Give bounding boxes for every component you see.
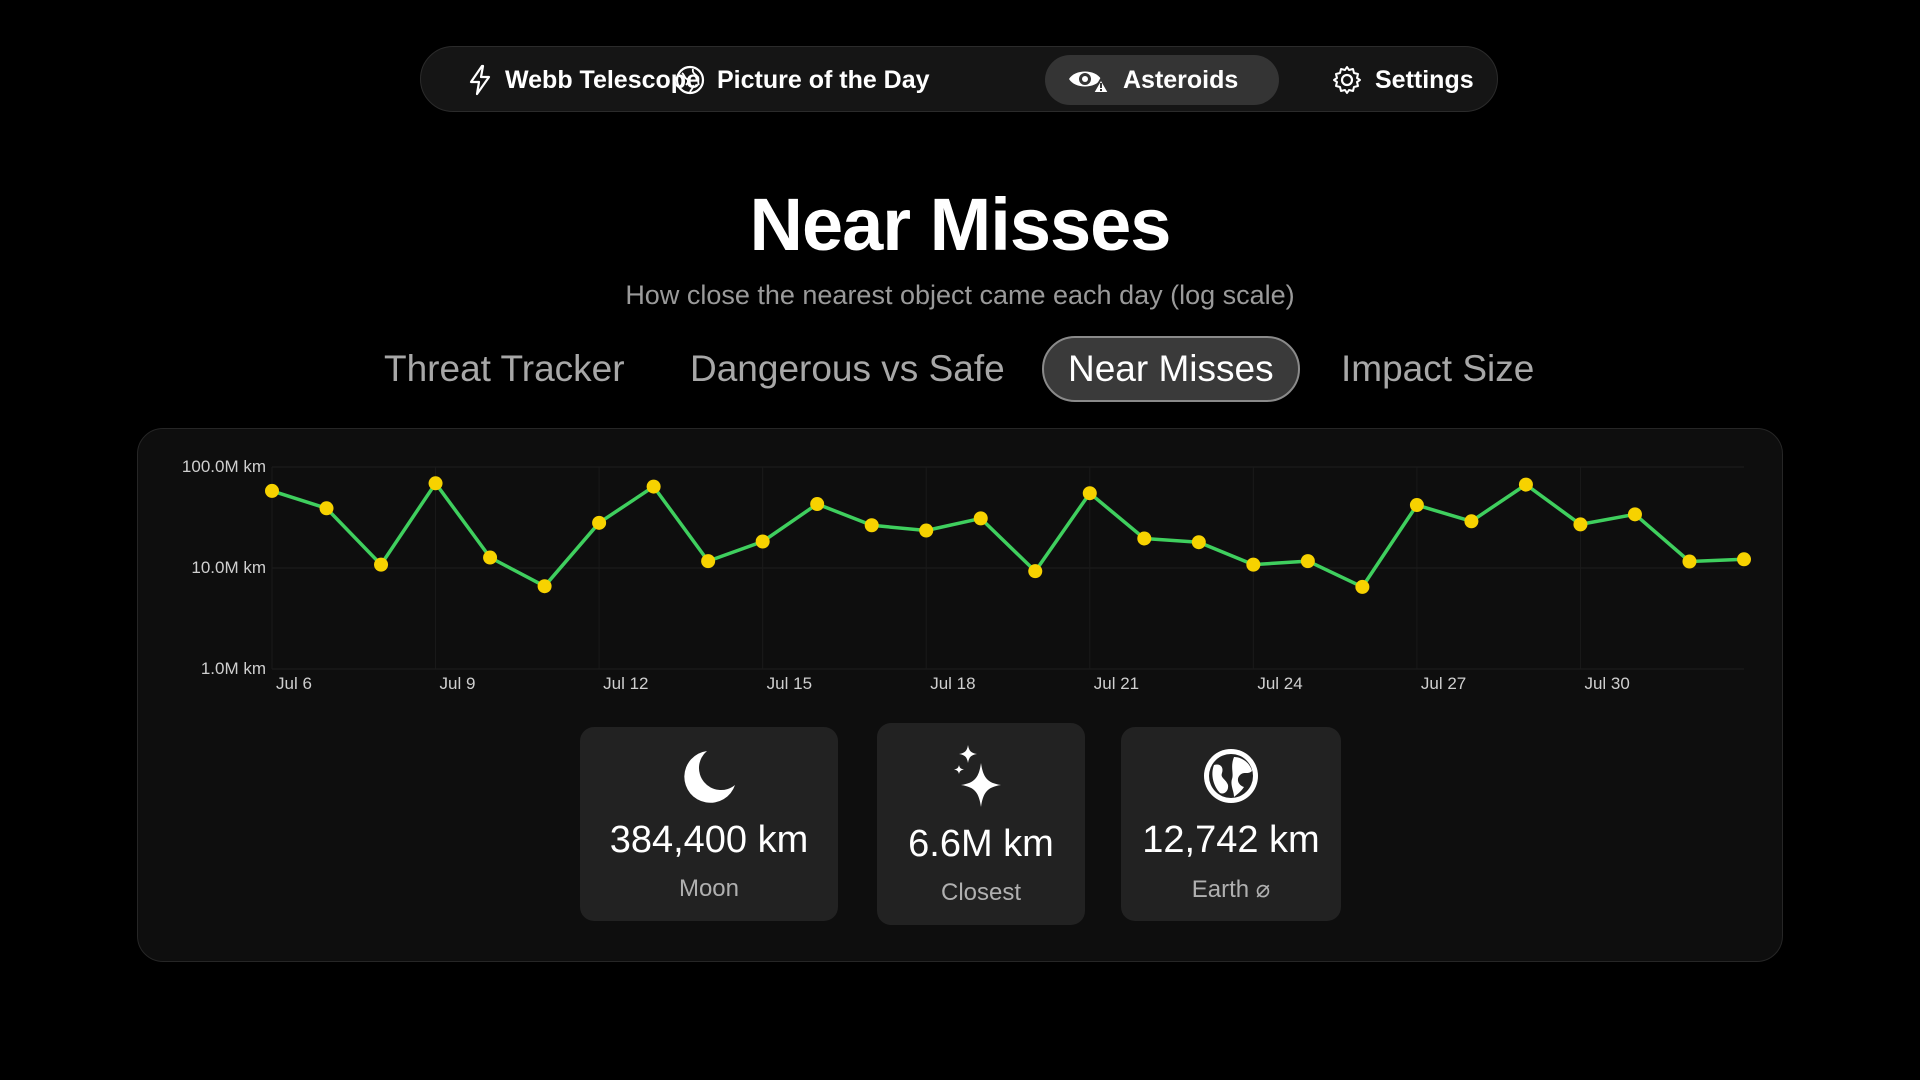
series-line <box>270 481 1746 589</box>
x-tick-label: Jul 21 <box>1094 674 1139 693</box>
sparkles-icon <box>877 743 1085 807</box>
data-point <box>1246 557 1261 572</box>
nav-asteroids[interactable]: Asteroids <box>1045 55 1279 105</box>
data-point <box>1191 535 1206 550</box>
x-tick-label: Jul 30 <box>1584 674 1629 693</box>
y-tick-label: 1.0M km <box>201 659 266 678</box>
stat-label: Closest <box>940 879 1022 906</box>
data-point <box>1573 517 1588 532</box>
data-point <box>265 483 279 498</box>
data-point <box>810 497 825 512</box>
data-point <box>374 557 389 572</box>
data-point <box>919 523 934 538</box>
stat-value: 12,742 km <box>1142 819 1320 861</box>
y-tick-label: 10.0M km <box>191 558 266 577</box>
data-point <box>1137 531 1152 546</box>
eye-warning-icon <box>1067 65 1111 95</box>
near-misses-line-chart: 100.0M km 10.0M km 1.0M km Jul 6 Jul 9 Jul 12… <box>182 457 1751 693</box>
data-point <box>428 476 443 491</box>
data-point <box>1028 564 1043 579</box>
data-point <box>1355 579 1370 594</box>
x-tick-label: Jul 27 <box>1421 674 1466 693</box>
data-point <box>701 554 716 569</box>
lightning-icon <box>467 64 493 96</box>
globe-icon <box>675 65 705 95</box>
nav-picture-of-the-day[interactable]: Picture of the Day <box>653 55 952 105</box>
data-point <box>483 550 498 565</box>
data-point <box>1518 477 1533 492</box>
data-point <box>1409 498 1424 513</box>
data-point <box>755 534 770 549</box>
stat-label: Earth ⌀ <box>1191 876 1271 903</box>
stat-card-moon: 384,400 km Moon <box>580 727 838 921</box>
x-tick-label: Jul 15 <box>767 674 812 693</box>
tab-threat-tracker[interactable]: Threat Tracker <box>384 336 625 402</box>
tab-near-misses[interactable]: Near Misses <box>1042 336 1300 402</box>
stat-card-closest: 6.6M km Closest <box>877 723 1085 925</box>
stat-label: Moon <box>678 875 740 902</box>
top-nav: Webb Telescope Picture of the Day Astero… <box>420 46 1498 112</box>
x-tick-label: Jul 6 <box>276 674 312 693</box>
chart-panel: 100.0M km 10.0M km 1.0M km Jul 6 Jul 9 Jul 12… <box>137 428 1783 962</box>
x-tick-label: Jul 24 <box>1257 674 1302 693</box>
nav-label: Asteroids <box>1123 65 1239 94</box>
data-point <box>1682 554 1697 569</box>
data-point <box>1627 507 1642 522</box>
tab-dangerous-vs-safe[interactable]: Dangerous vs Safe <box>690 336 1005 402</box>
data-point <box>1464 514 1479 529</box>
x-tick-label: Jul 9 <box>440 674 476 693</box>
data-point <box>1300 554 1315 569</box>
data-point <box>319 501 334 516</box>
nav-settings[interactable]: Settings <box>1309 55 1496 105</box>
stat-value: 6.6M km <box>908 823 1054 865</box>
data-point <box>537 579 552 594</box>
page-title: Near Misses <box>749 183 1172 266</box>
y-tick-label: 100.0M km <box>182 457 266 476</box>
data-point <box>592 515 607 530</box>
nav-label: Picture of the Day <box>717 65 930 94</box>
stat-value: 384,400 km <box>609 819 809 861</box>
gear-icon <box>1331 64 1363 96</box>
nav-label: Settings <box>1375 65 1474 94</box>
data-point <box>1082 486 1097 501</box>
data-point <box>646 479 661 494</box>
page-subtitle: How close the nearest object came each d… <box>625 280 1295 310</box>
x-tick-label: Jul 12 <box>603 674 648 693</box>
moon-icon <box>580 745 838 807</box>
stat-card-earth: 12,742 km Earth ⌀ <box>1121 727 1341 921</box>
data-point <box>864 518 879 533</box>
data-point <box>973 511 988 526</box>
earth-icon <box>1121 745 1341 807</box>
x-tick-label: Jul 18 <box>930 674 975 693</box>
data-point <box>1737 552 1751 567</box>
tab-impact-size[interactable]: Impact Size <box>1341 336 1534 402</box>
